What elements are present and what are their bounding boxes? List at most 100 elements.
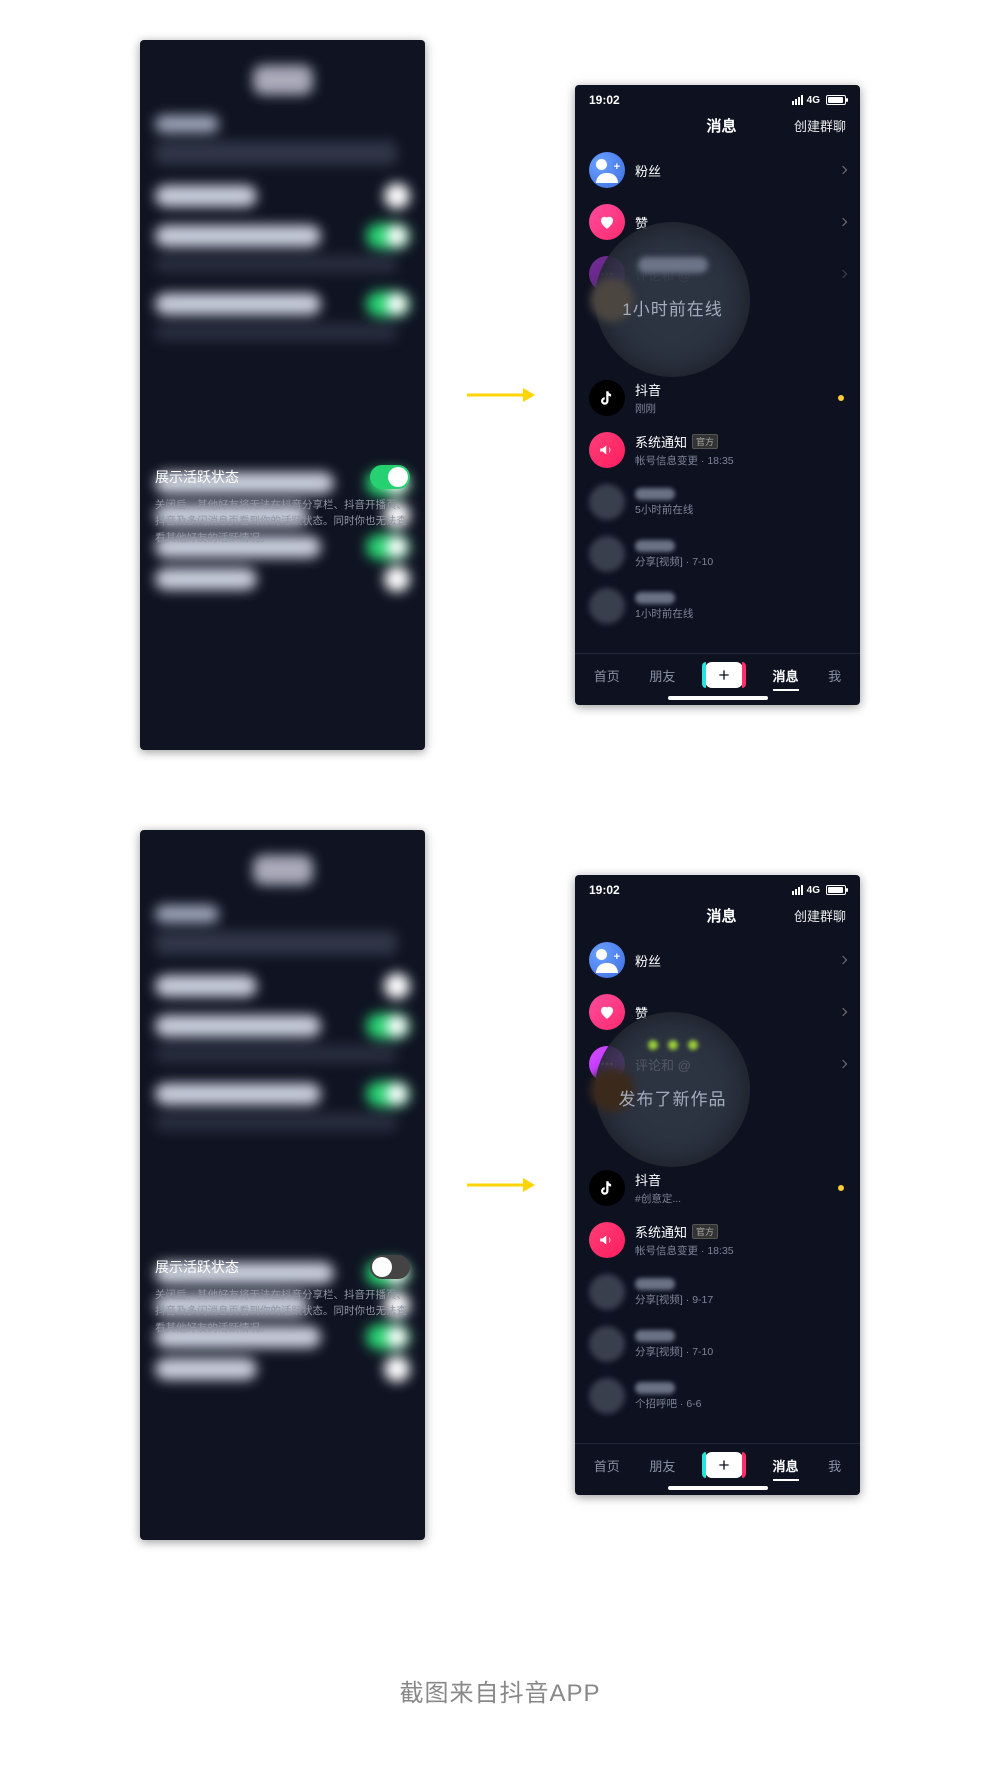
official-badge: 官方 xyxy=(692,1224,718,1239)
list-item-label: 抖音 xyxy=(635,1170,661,1189)
list-item-sub: 刚刚 xyxy=(635,401,846,416)
list-item-chat[interactable]: 5小时前在线 xyxy=(575,476,860,528)
megaphone-icon xyxy=(589,1222,625,1258)
douyin-icon xyxy=(589,1170,625,1206)
chevron-right-icon xyxy=(839,166,847,174)
list-item-system-notify[interactable]: 系统通知官方 帐号信息变更 · 18:35 xyxy=(575,424,860,476)
list-item-label: 赞 xyxy=(635,213,648,232)
chevron-right-icon xyxy=(839,1060,847,1068)
list-item-sub: #创意定... xyxy=(635,1191,846,1206)
list-item-fans[interactable]: + 粉丝 xyxy=(575,144,860,196)
list-item-comments[interactable]: 评论和 @ xyxy=(575,1038,860,1090)
tab-home[interactable]: 首页 xyxy=(594,666,620,685)
list-item-system-notify[interactable]: 系统通知官方 帐号信息变更 · 18:35 xyxy=(575,1214,860,1266)
comment-icon xyxy=(589,256,625,292)
status-bar: 19:02 4G xyxy=(575,85,860,109)
list-item-sub: 帐号信息变更 · 18:35 xyxy=(635,1243,846,1258)
status-time: 19:02 xyxy=(589,93,620,107)
tab-home[interactable]: 首页 xyxy=(594,1456,620,1475)
avatar xyxy=(589,1378,625,1414)
message-list[interactable]: + 粉丝 赞 评论和 @ 抖音刚刚 xyxy=(575,144,860,653)
list-item-sub: 帐号信息变更 · 18:35 xyxy=(635,453,846,468)
avatar xyxy=(589,1274,625,1310)
list-item-chat[interactable]: 分享[视频] · 7-10 xyxy=(575,528,860,580)
list-item-comments[interactable]: 评论和 @ xyxy=(575,248,860,300)
list-item-chat[interactable]: 分享[视频] · 9-17 xyxy=(575,1266,860,1318)
network-label: 4G xyxy=(807,885,820,896)
tab-messages[interactable]: 消息 xyxy=(773,666,799,685)
list-item-label: 赞 xyxy=(635,1003,648,1022)
list-item-label: 系统通知 xyxy=(635,1222,687,1241)
avatar xyxy=(589,588,625,624)
tab-bar: 首页 朋友 消息 我 xyxy=(575,653,860,694)
setting-title: 展示活跃状态 xyxy=(155,467,239,487)
battery-icon xyxy=(826,95,846,105)
create-button[interactable] xyxy=(705,662,743,688)
list-item-fans[interactable]: + 粉丝 xyxy=(575,934,860,986)
unread-dot xyxy=(838,395,844,401)
settings-screen-toggle-off: 展示活跃状态 关闭后，其他好友将无法在抖音分享栏、抖音开播页、抖音及多闪消息页看… xyxy=(140,830,425,1540)
page-title: 消息 xyxy=(706,115,736,136)
create-button[interactable] xyxy=(705,1452,743,1478)
arrow-icon xyxy=(465,1175,535,1195)
official-badge: 官方 xyxy=(692,434,718,449)
list-item-label: 粉丝 xyxy=(635,161,661,180)
network-label: 4G xyxy=(807,95,820,106)
list-item-label: 粉丝 xyxy=(635,951,661,970)
status-time: 19:02 xyxy=(589,883,620,897)
setting-description: 关闭后，其他好友将无法在抖音分享栏、抖音开播页、抖音及多闪消息页看到你的活跃状态… xyxy=(155,1287,410,1336)
signal-icon xyxy=(792,95,803,105)
avatar xyxy=(589,1326,625,1362)
nav-bar: 消息 创建群聊 xyxy=(575,109,860,144)
figure-caption: 截图来自抖音APP xyxy=(0,1673,1000,1708)
message-list[interactable]: + 粉丝 赞 评论和 @ 抖音 #创意定... xyxy=(575,934,860,1443)
chevron-right-icon xyxy=(839,218,847,226)
create-group-button[interactable]: 创建群聊 xyxy=(794,906,846,925)
avatar xyxy=(589,536,625,572)
tab-me[interactable]: 我 xyxy=(828,666,841,685)
tab-messages[interactable]: 消息 xyxy=(773,1456,799,1475)
unread-dot xyxy=(838,1185,844,1191)
douyin-icon xyxy=(589,380,625,416)
list-item-label: 系统通知 xyxy=(635,432,687,451)
setting-description: 关闭后，其他好友将无法在抖音分享栏、抖音开播页、抖音及多闪消息页看到你的活跃状态… xyxy=(155,497,410,546)
chevron-right-icon xyxy=(839,270,847,278)
page-title: 消息 xyxy=(706,905,736,926)
home-indicator xyxy=(668,696,768,700)
settings-blurred-area xyxy=(140,830,425,1540)
list-item-chat[interactable]: 个招呼吧 · 6-6 xyxy=(575,1370,860,1422)
settings-screen-toggle-on: 展示活跃状态 关闭后，其他好友将无法在抖音分享栏、抖音开播页、抖音及多闪消息页看… xyxy=(140,40,425,750)
create-group-button[interactable]: 创建群聊 xyxy=(794,116,846,135)
tab-me[interactable]: 我 xyxy=(828,1456,841,1475)
list-item-label: 评论和 @ xyxy=(635,1055,691,1074)
list-item-chat[interactable]: 1小时前在线 xyxy=(575,580,860,632)
settings-blurred-area xyxy=(140,40,425,750)
nav-bar: 消息 创建群聊 xyxy=(575,899,860,934)
heart-icon xyxy=(589,994,625,1030)
fans-icon: + xyxy=(589,152,625,188)
show-active-status-setting: 展示活跃状态 关闭后，其他好友将无法在抖音分享栏、抖音开播页、抖音及多闪消息页看… xyxy=(155,465,410,546)
megaphone-icon xyxy=(589,432,625,468)
list-item-label: 抖音 xyxy=(635,380,661,399)
chevron-right-icon xyxy=(839,1008,847,1016)
tab-friends[interactable]: 朋友 xyxy=(649,666,675,685)
list-item-likes[interactable]: 赞 xyxy=(575,986,860,1038)
list-item-douyin[interactable]: 抖音刚刚 xyxy=(575,372,860,424)
messages-screen-online-variant: 19:02 4G 消息 创建群聊 + 粉丝 赞 xyxy=(575,85,860,705)
comment-icon xyxy=(589,1046,625,1082)
messages-screen-content-variant: 19:02 4G 消息 创建群聊 + 粉丝 赞 xyxy=(575,875,860,1495)
active-status-toggle-off[interactable] xyxy=(370,1255,410,1279)
list-item-sub: 分享[视频] · 9-17 xyxy=(635,1292,846,1307)
fans-icon: + xyxy=(589,942,625,978)
active-status-toggle-on[interactable] xyxy=(370,465,410,489)
list-item-douyin[interactable]: 抖音 #创意定... xyxy=(575,1162,860,1214)
tab-friends[interactable]: 朋友 xyxy=(649,1456,675,1475)
list-item-likes[interactable]: 赞 xyxy=(575,196,860,248)
list-item-chat[interactable]: 分享[视频] · 7-10 xyxy=(575,1318,860,1370)
status-bar: 19:02 4G xyxy=(575,875,860,899)
list-item-label: 评论和 @ xyxy=(635,265,691,284)
battery-icon xyxy=(826,885,846,895)
avatar xyxy=(589,484,625,520)
list-item-sub: 个招呼吧 · 6-6 xyxy=(635,1396,846,1411)
list-item-sub: 5小时前在线 xyxy=(635,502,846,517)
